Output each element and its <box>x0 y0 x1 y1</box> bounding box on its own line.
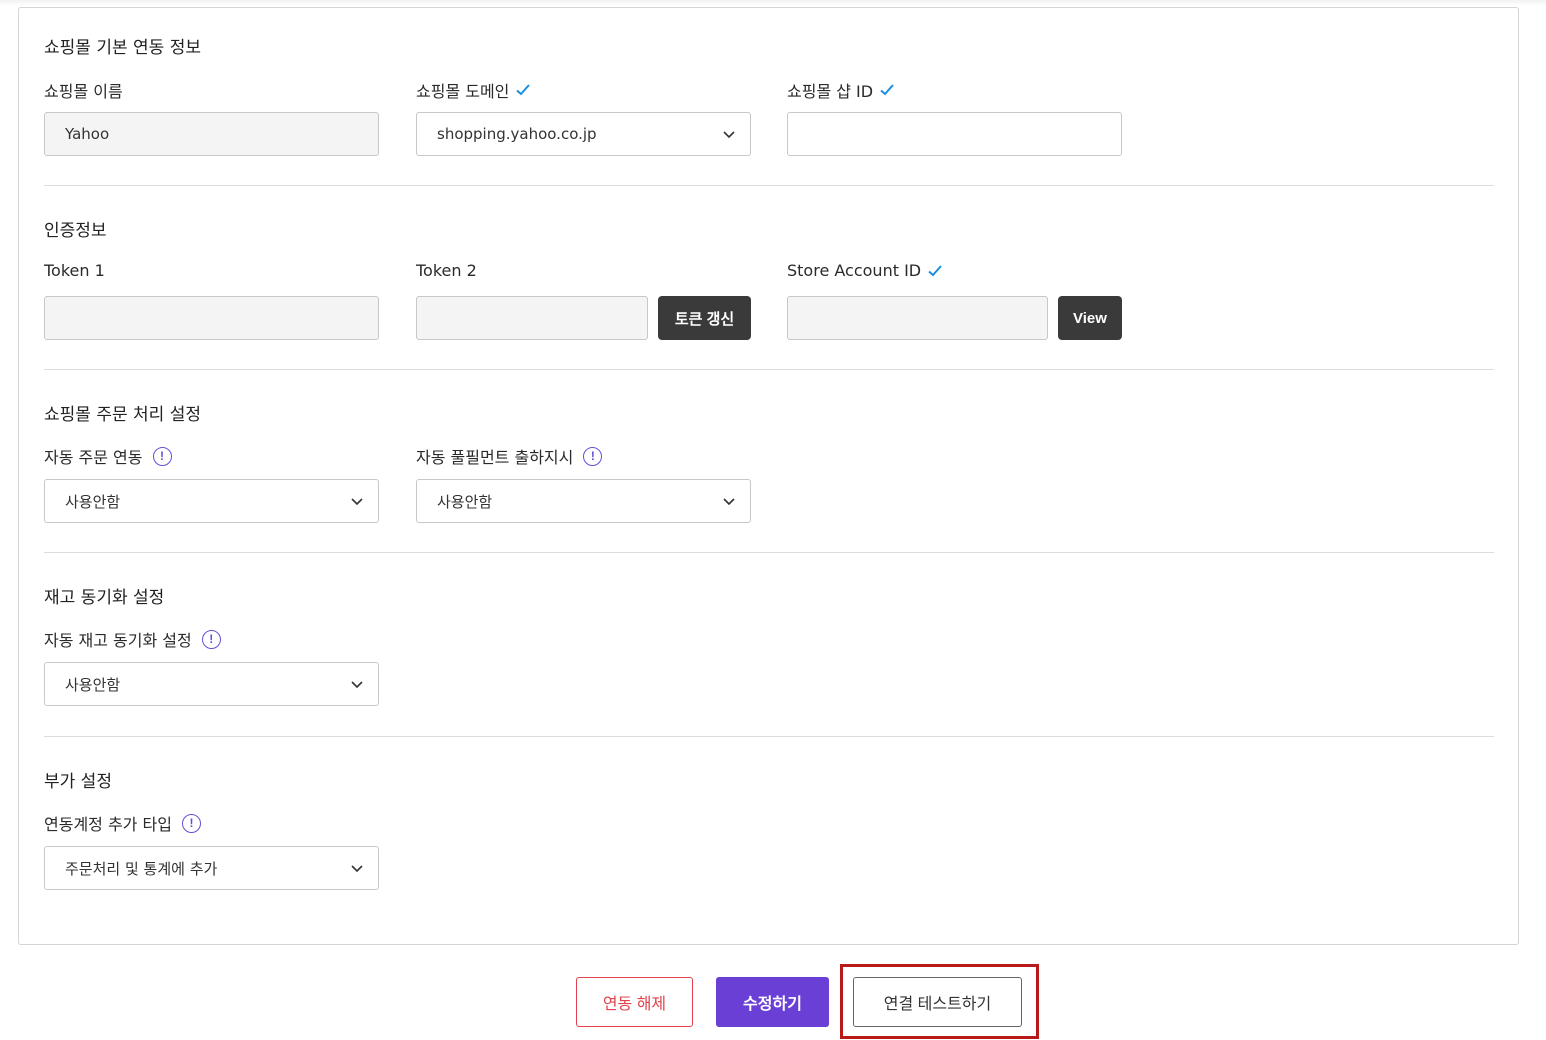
info-icon[interactable]: ! <box>152 446 172 466</box>
connection-test-button[interactable]: 연결 테스트하기 <box>853 977 1022 1027</box>
auto-fulfillment-value: 사용안함 <box>437 492 493 511</box>
store-account-label-text: Store Account ID <box>787 261 922 280</box>
info-icon[interactable]: ! <box>583 446 603 466</box>
account-type-label-text: 연동계정 추가 타입 <box>44 815 172 834</box>
token-refresh-button[interactable]: 토큰 갱신 <box>658 296 751 340</box>
mall-domain-label-text: 쇼핑몰 도메인 <box>416 82 510 101</box>
unlink-button[interactable]: 연동 해제 <box>576 977 693 1027</box>
chevron-down-icon <box>351 498 363 506</box>
auto-stock-label-text: 자동 재고 동기화 설정 <box>44 631 192 650</box>
auto-fulfillment-label: 자동 풀필먼트 출하지시 ! <box>416 444 603 468</box>
auto-order-label: 자동 주문 연동 ! <box>44 444 172 468</box>
account-type-value: 주문처리 및 통계에 추가 <box>65 859 218 878</box>
divider <box>44 736 1494 737</box>
auto-order-label-text: 자동 주문 연동 <box>44 448 143 467</box>
section-title-stock: 재고 동기화 설정 <box>44 588 165 608</box>
auto-order-select[interactable]: 사용안함 <box>44 479 379 523</box>
mall-name-label: 쇼핑몰 이름 <box>44 78 123 102</box>
mall-domain-label: 쇼핑몰 도메인 <box>416 78 531 102</box>
auto-order-value: 사용안함 <box>65 492 121 511</box>
mall-name-field[interactable]: Yahoo <box>44 112 379 156</box>
edit-button[interactable]: 수정하기 <box>716 977 829 1027</box>
view-button[interactable]: View <box>1058 296 1122 340</box>
chevron-down-icon <box>351 681 363 689</box>
mall-name-value: Yahoo <box>65 125 110 143</box>
mall-domain-value: shopping.yahoo.co.jp <box>437 125 597 143</box>
token1-label-text: Token 1 <box>44 261 105 280</box>
mall-name-label-text: 쇼핑몰 이름 <box>44 82 123 101</box>
auto-stock-label: 자동 재고 동기화 설정 ! <box>44 627 221 651</box>
section-title-auth: 인증정보 <box>44 221 107 241</box>
mall-domain-select[interactable]: shopping.yahoo.co.jp <box>416 112 751 156</box>
info-icon[interactable]: ! <box>201 629 221 649</box>
account-type-select[interactable]: 주문처리 및 통계에 추가 <box>44 846 379 890</box>
chevron-down-icon <box>351 865 363 873</box>
section-title-extra: 부가 설정 <box>44 772 112 792</box>
top-shadow <box>0 0 1546 6</box>
store-account-field[interactable] <box>787 296 1048 340</box>
account-type-label: 연동계정 추가 타입 ! <box>44 811 201 835</box>
section-title-order: 쇼핑몰 주문 처리 설정 <box>44 405 201 425</box>
token2-label-text: Token 2 <box>416 261 477 280</box>
auto-fulfillment-label-text: 자동 풀필먼트 출하지시 <box>416 448 574 467</box>
token2-field[interactable] <box>416 296 648 340</box>
token2-label: Token 2 <box>416 261 477 280</box>
auto-stock-value: 사용안함 <box>65 675 121 694</box>
store-account-label: Store Account ID <box>787 261 943 280</box>
shop-id-label: 쇼핑몰 샵 ID <box>787 78 895 102</box>
token1-label: Token 1 <box>44 261 105 280</box>
check-icon <box>928 264 942 276</box>
divider <box>44 369 1494 370</box>
check-icon <box>880 84 894 96</box>
divider <box>44 185 1494 186</box>
token1-field[interactable] <box>44 296 379 340</box>
auto-fulfillment-select[interactable]: 사용안함 <box>416 479 751 523</box>
shop-id-input[interactable] <box>787 112 1122 156</box>
shop-id-label-text: 쇼핑몰 샵 ID <box>787 82 874 101</box>
chevron-down-icon <box>723 131 735 139</box>
auto-stock-select[interactable]: 사용안함 <box>44 662 379 706</box>
section-title-basic: 쇼핑몰 기본 연동 정보 <box>44 38 201 58</box>
info-icon[interactable]: ! <box>181 813 201 833</box>
check-icon <box>516 84 531 96</box>
divider <box>44 552 1494 553</box>
chevron-down-icon <box>723 498 735 506</box>
